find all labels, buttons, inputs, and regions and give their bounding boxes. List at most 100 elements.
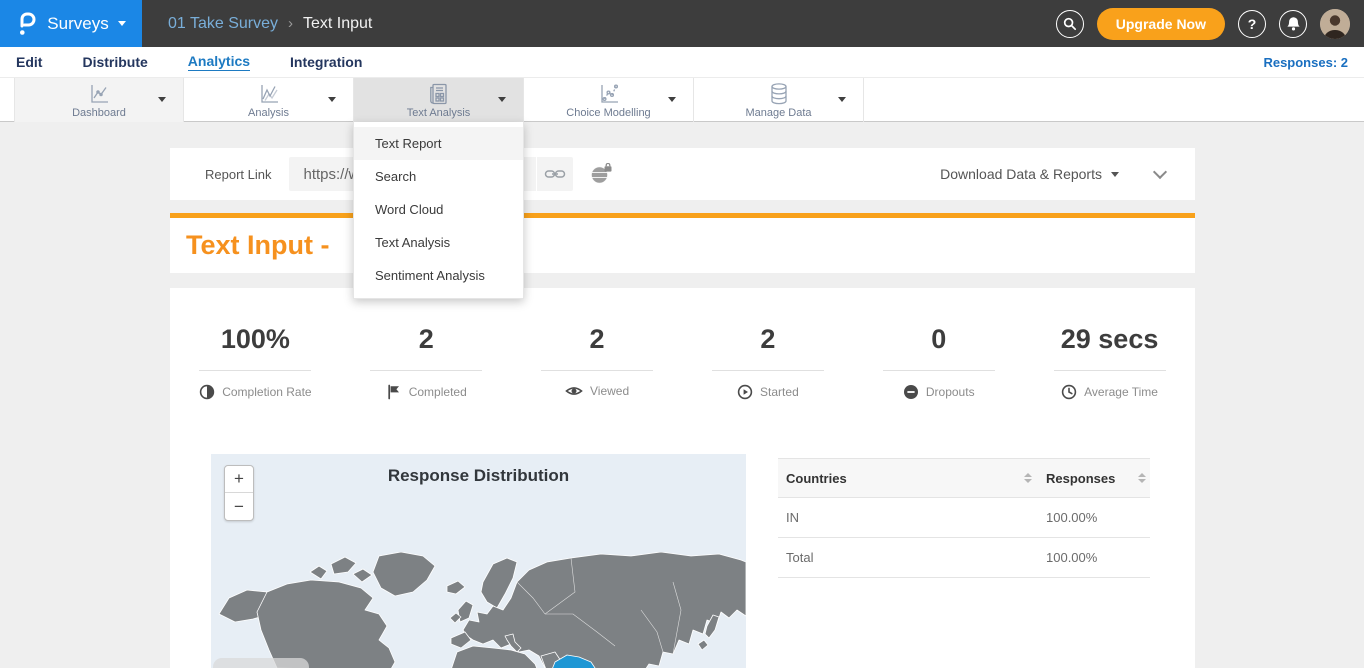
chevron-down-icon — [1153, 165, 1167, 179]
stat-completed: 2 Completed — [341, 324, 512, 400]
stat-label: Completed — [409, 385, 467, 399]
product-switcher[interactable]: Surveys — [0, 0, 142, 47]
search-button[interactable] — [1056, 10, 1084, 38]
map-attribution — [213, 658, 309, 668]
text-analysis-menu: Text Report Search Word Cloud Text Analy… — [353, 122, 524, 299]
report-link-bar: Report Link https://ww Down — [170, 148, 1195, 200]
report-link-label: Report Link — [205, 167, 271, 182]
subnav-item-integration[interactable]: Integration — [290, 54, 362, 71]
menu-item-text-report[interactable]: Text Report — [354, 127, 523, 160]
menu-item-text-analysis[interactable]: Text Analysis — [354, 226, 523, 259]
search-icon — [1062, 16, 1078, 32]
stat-dropouts: 0 Dropouts — [853, 324, 1024, 400]
breadcrumb-separator: › — [288, 15, 293, 32]
responses-column-header: Responses — [1046, 471, 1115, 486]
map-zoom-out-button[interactable]: − — [225, 493, 253, 520]
product-name: Surveys — [47, 14, 108, 34]
caret-down-icon — [498, 97, 506, 102]
table-row: IN 100.00% — [778, 498, 1150, 538]
topbar-actions: Upgrade Now ? — [1056, 8, 1350, 40]
help-button[interactable]: ? — [1238, 10, 1266, 38]
stat-label: Completion Rate — [222, 385, 311, 399]
menu-item-search[interactable]: Search — [354, 160, 523, 193]
trend-chart-icon — [256, 82, 282, 106]
caret-down-icon — [118, 21, 126, 26]
database-icon — [766, 82, 792, 106]
tab-choice-modelling[interactable]: Choice Modelling — [524, 78, 694, 122]
analytics-toolbar: Dashboard Analysis — [0, 77, 1364, 122]
menu-item-word-cloud[interactable]: Word Cloud — [354, 193, 523, 226]
tab-label: Analysis — [248, 107, 289, 119]
responses-cell: 100.00% — [1046, 510, 1097, 525]
tab-text-analysis[interactable]: Text Analysis — [354, 78, 524, 122]
table-row-total: Total 100.00% — [778, 538, 1150, 578]
subnav-item-distribute[interactable]: Distribute — [82, 54, 147, 71]
tab-analysis[interactable]: Analysis — [184, 78, 354, 122]
stat-value: 2 — [682, 324, 853, 355]
stat-viewed: 2 Viewed — [512, 324, 683, 400]
stat-value: 2 — [512, 324, 683, 355]
copy-link-button[interactable] — [537, 157, 573, 191]
map-zoom-in-button[interactable]: + — [225, 466, 253, 493]
menu-item-sentiment-analysis[interactable]: Sentiment Analysis — [354, 259, 523, 292]
tab-label: Text Analysis — [407, 107, 471, 119]
stat-started: 2 Started — [682, 324, 853, 400]
tab-label: Dashboard — [72, 107, 126, 119]
breadcrumb-current: Text Input — [303, 15, 372, 33]
sort-countries-button[interactable] — [1024, 473, 1032, 483]
clock-icon — [1061, 384, 1077, 400]
divider — [1054, 370, 1166, 371]
scatter-chart-icon — [596, 82, 622, 106]
avatar[interactable] — [1320, 9, 1350, 39]
tab-label: Manage Data — [745, 107, 811, 119]
subnav-item-analytics[interactable]: Analytics — [188, 53, 250, 71]
divider — [199, 370, 311, 371]
responses-count: Responses: 2 — [1263, 55, 1348, 70]
caret-down-icon — [1111, 172, 1119, 177]
globe-lock-icon — [589, 163, 613, 186]
subnav-item-edit[interactable]: Edit — [16, 54, 42, 71]
divider — [883, 370, 995, 371]
collapse-section-button[interactable] — [1155, 171, 1165, 177]
questionpro-logo-icon — [16, 12, 38, 36]
play-circle-icon — [737, 384, 753, 400]
stat-average-time: 29 secs Average Time — [1024, 324, 1195, 400]
public-report-button[interactable] — [589, 163, 613, 186]
avatar-silhouette-icon — [1320, 9, 1350, 39]
responses-cell: 100.00% — [1046, 550, 1097, 565]
response-distribution-map: + − Response Distribution — [211, 454, 746, 668]
flag-icon — [386, 384, 402, 400]
sort-responses-button[interactable] — [1138, 473, 1146, 483]
tab-dashboard[interactable]: Dashboard — [14, 78, 184, 122]
country-cell: IN — [786, 510, 799, 525]
stat-label: Dropouts — [926, 385, 975, 399]
breadcrumb: 01 Take Survey › Text Input — [168, 15, 372, 33]
content-area: Report Link https://ww Down — [0, 123, 1364, 668]
link-icon — [543, 163, 567, 185]
stat-label: Average Time — [1084, 385, 1158, 399]
stat-label: Started — [760, 385, 799, 399]
country-cell: Total — [786, 550, 813, 565]
minus-circle-icon — [903, 384, 919, 400]
breadcrumb-survey-link[interactable]: 01 Take Survey — [168, 15, 278, 33]
caret-down-icon — [838, 97, 846, 102]
app-root: Surveys 01 Take Survey › Text Input Upgr… — [0, 0, 1364, 668]
caret-down-icon — [668, 97, 676, 102]
stat-value: 29 secs — [1024, 324, 1195, 355]
download-data-reports-dropdown[interactable]: Download Data & Reports — [940, 166, 1119, 182]
tab-manage-data[interactable]: Manage Data — [694, 78, 864, 122]
download-data-reports-label: Download Data & Reports — [940, 166, 1102, 182]
notifications-button[interactable] — [1279, 10, 1307, 38]
upgrade-now-button[interactable]: Upgrade Now — [1097, 8, 1225, 40]
countries-column-header: Countries — [786, 471, 847, 486]
line-chart-icon — [86, 82, 112, 106]
world-map[interactable] — [211, 552, 746, 668]
help-label: ? — [1248, 16, 1257, 32]
question-title-bar: Text Input - — [170, 218, 1195, 273]
completion-rate-icon — [199, 384, 215, 400]
tab-label: Choice Modelling — [566, 107, 650, 119]
countries-table-header: Countries Responses — [778, 458, 1150, 498]
question-title: Text Input - — [186, 230, 329, 261]
stats-row: 100% Completion Rate 2 — [170, 288, 1195, 400]
caret-down-icon — [328, 97, 336, 102]
